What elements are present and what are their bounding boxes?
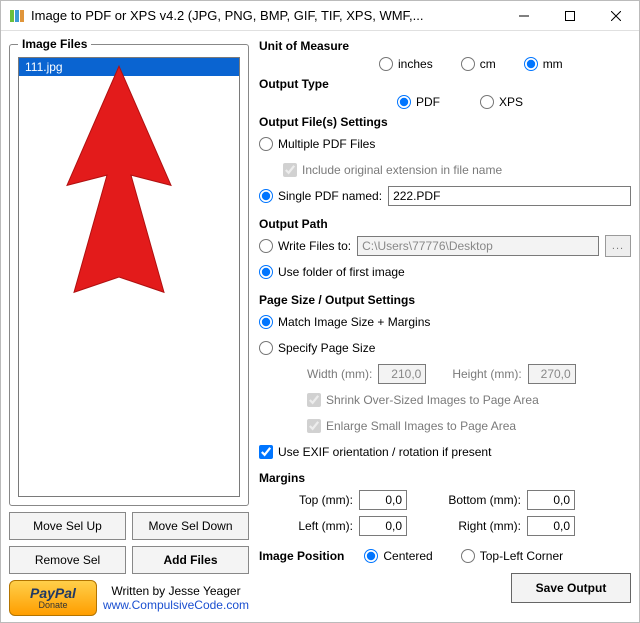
- image-files-legend: Image Files: [18, 37, 91, 51]
- margin-bottom-input[interactable]: [527, 490, 575, 510]
- move-sel-down-button[interactable]: Move Sel Down: [132, 512, 249, 540]
- width-label: Width (mm):: [307, 367, 372, 381]
- add-files-button[interactable]: Add Files: [132, 546, 249, 574]
- margin-left-input[interactable]: [359, 516, 407, 536]
- credits-url[interactable]: www.CompulsiveCode.com: [103, 598, 249, 612]
- margin-bottom-label: Bottom (mm):: [439, 493, 521, 507]
- top-left-radio[interactable]: Top-Left Corner: [461, 549, 563, 563]
- centered-radio[interactable]: Centered: [364, 549, 432, 563]
- unit-cm-radio[interactable]: cm: [461, 57, 496, 71]
- image-files-group: Image Files 111.jpg: [9, 37, 249, 506]
- specify-page-size-radio[interactable]: Specify Page Size: [259, 341, 375, 355]
- close-button[interactable]: [593, 1, 639, 31]
- credits-author: Written by Jesse Yeager: [111, 584, 240, 598]
- remove-sel-button[interactable]: Remove Sel: [9, 546, 126, 574]
- maximize-button[interactable]: [547, 1, 593, 31]
- enlarge-images-checkbox: Enlarge Small Images to Page Area: [307, 419, 516, 433]
- browse-path-button[interactable]: ...: [605, 235, 631, 257]
- single-pdf-name-input[interactable]: [388, 186, 631, 206]
- app-icon: [9, 8, 25, 24]
- move-sel-up-button[interactable]: Move Sel Up: [9, 512, 126, 540]
- single-pdf-radio[interactable]: Single PDF named:: [259, 189, 382, 203]
- annotation-arrow: [19, 58, 239, 496]
- minimize-icon: [519, 11, 529, 21]
- margin-left-label: Left (mm):: [283, 519, 353, 533]
- save-output-button[interactable]: Save Output: [511, 573, 631, 603]
- close-icon: [611, 11, 621, 21]
- write-files-to-radio[interactable]: Write Files to:: [259, 239, 351, 253]
- match-image-size-radio[interactable]: Match Image Size + Margins: [259, 315, 430, 329]
- list-item[interactable]: 111.jpg: [19, 58, 239, 76]
- height-label: Height (mm):: [452, 367, 521, 381]
- output-type-xps-radio[interactable]: XPS: [480, 95, 523, 109]
- paypal-donate-button[interactable]: PayPal Donate: [9, 580, 97, 616]
- output-path-input: [357, 236, 599, 256]
- width-input: [378, 364, 426, 384]
- height-input: [528, 364, 576, 384]
- margin-right-label: Right (mm):: [439, 519, 521, 533]
- unit-mm-radio[interactable]: mm: [524, 57, 563, 71]
- include-extension-checkbox: Include original extension in file name: [283, 163, 502, 177]
- page-size-heading: Page Size / Output Settings: [259, 293, 631, 307]
- margin-top-label: Top (mm):: [283, 493, 353, 507]
- donate-label-main: PayPal: [30, 586, 76, 600]
- use-exif-checkbox[interactable]: Use EXIF orientation / rotation if prese…: [259, 445, 491, 459]
- margin-top-input[interactable]: [359, 490, 407, 510]
- window-title: Image to PDF or XPS v4.2 (JPG, PNG, BMP,…: [31, 8, 424, 23]
- image-position-heading: Image Position: [259, 549, 344, 563]
- margins-heading: Margins: [259, 471, 631, 485]
- titlebar: Image to PDF or XPS v4.2 (JPG, PNG, BMP,…: [1, 1, 639, 31]
- margin-right-input[interactable]: [527, 516, 575, 536]
- image-files-listbox[interactable]: 111.jpg: [18, 57, 240, 497]
- output-type-pdf-radio[interactable]: PDF: [397, 95, 440, 109]
- unit-inches-radio[interactable]: inches: [379, 57, 433, 71]
- use-folder-first-image-radio[interactable]: Use folder of first image: [259, 265, 405, 279]
- maximize-icon: [565, 11, 575, 21]
- donate-label-small: Donate: [38, 601, 67, 610]
- output-files-heading: Output File(s) Settings: [259, 115, 631, 129]
- multiple-pdf-radio[interactable]: Multiple PDF Files: [259, 137, 375, 151]
- output-path-heading: Output Path: [259, 217, 631, 231]
- unit-heading: Unit of Measure: [259, 39, 631, 53]
- shrink-images-checkbox: Shrink Over-Sized Images to Page Area: [307, 393, 539, 407]
- output-type-heading: Output Type: [259, 77, 631, 91]
- minimize-button[interactable]: [501, 1, 547, 31]
